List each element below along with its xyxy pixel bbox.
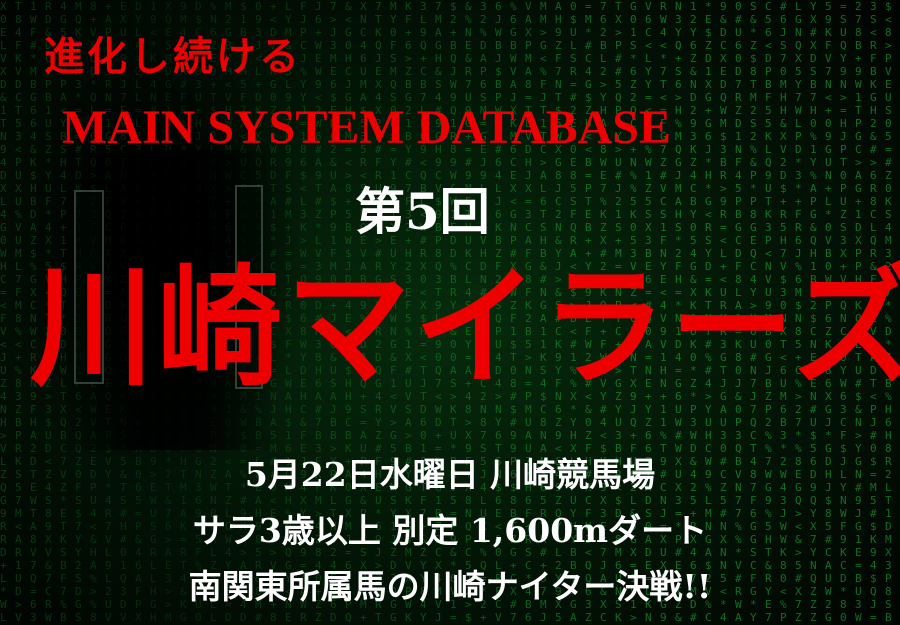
system-name: MAIN SYSTEM DATABASE — [62, 101, 671, 154]
race-title: 川崎マイラーズ — [30, 252, 900, 405]
race-date-venue: 5月22日水曜日 川崎競馬場 — [244, 455, 656, 494]
race-description: 南関東所属馬の川崎ナイター決戦!! — [188, 567, 712, 606]
edition-label: 第5回 — [355, 182, 490, 241]
race-conditions: サラ3歳以上 別定 1,600mダート — [192, 511, 708, 550]
race-poster: X 0 E L V X D & 1 T N 9 4 D X L 4 G 0 W … — [0, 0, 900, 625]
tagline: 進化し続ける — [44, 33, 302, 80]
